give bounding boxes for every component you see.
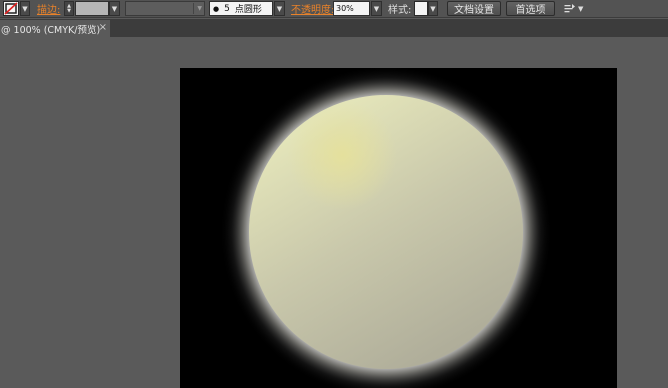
brush-dot-icon: ● (213, 4, 220, 13)
preferences-button[interactable]: 首选项 (506, 1, 555, 16)
stroke-swatch[interactable] (3, 1, 19, 16)
chevron-down-icon: ▼ (197, 5, 202, 12)
opacity-label[interactable]: 不透明度: (291, 1, 334, 16)
brush-definition-select[interactable]: ● 5 点圆形 (209, 1, 273, 16)
variable-width-profile-select[interactable]: ▼ (125, 1, 205, 16)
arrange-dropdown-icon[interactable]: ▼ (578, 1, 583, 16)
arrange-documents-icon[interactable] (564, 1, 576, 16)
brush-shape: 点圆形 (234, 5, 262, 15)
control-bar: ▼ 描边: ▲ ▼ ▼ ▼ ● 5 点圆形 ▼ 不透明度: 30% ▼ 样式: … (0, 0, 668, 18)
stroke-weight-input[interactable] (75, 1, 109, 16)
graphic-style-swatch[interactable] (414, 1, 428, 16)
opacity-dropdown[interactable]: ▼ (371, 1, 382, 16)
stroke-swatch-dropdown[interactable]: ▼ (20, 1, 30, 16)
no-fill-swatch-icon (4, 2, 18, 15)
style-label: 样式: (388, 5, 412, 16)
stroke-label[interactable]: 描边: (37, 1, 60, 16)
artboard[interactable] (180, 68, 617, 388)
planet-artwork[interactable] (180, 68, 617, 388)
close-icon[interactable]: × (99, 22, 107, 33)
document-tab[interactable]: @ 100% (CMYK/预览) × (0, 20, 110, 37)
graphic-style-dropdown[interactable]: ▼ (428, 1, 438, 16)
brush-dropdown[interactable]: ▼ (274, 1, 285, 16)
brush-size: 5 (224, 3, 230, 14)
document-setup-button[interactable]: 文档设置 (447, 1, 501, 16)
canvas-area[interactable] (0, 37, 668, 388)
opacity-input[interactable]: 30% (333, 1, 370, 16)
document-tab-title: @ 100% (CMYK/预览) (1, 24, 101, 36)
stepper-down-icon[interactable]: ▼ (67, 8, 71, 14)
document-tab-bar: @ 100% (CMYK/预览) × (0, 19, 668, 37)
stroke-weight-dropdown[interactable]: ▼ (109, 1, 120, 16)
stroke-weight-stepper[interactable]: ▲ ▼ (64, 1, 74, 16)
